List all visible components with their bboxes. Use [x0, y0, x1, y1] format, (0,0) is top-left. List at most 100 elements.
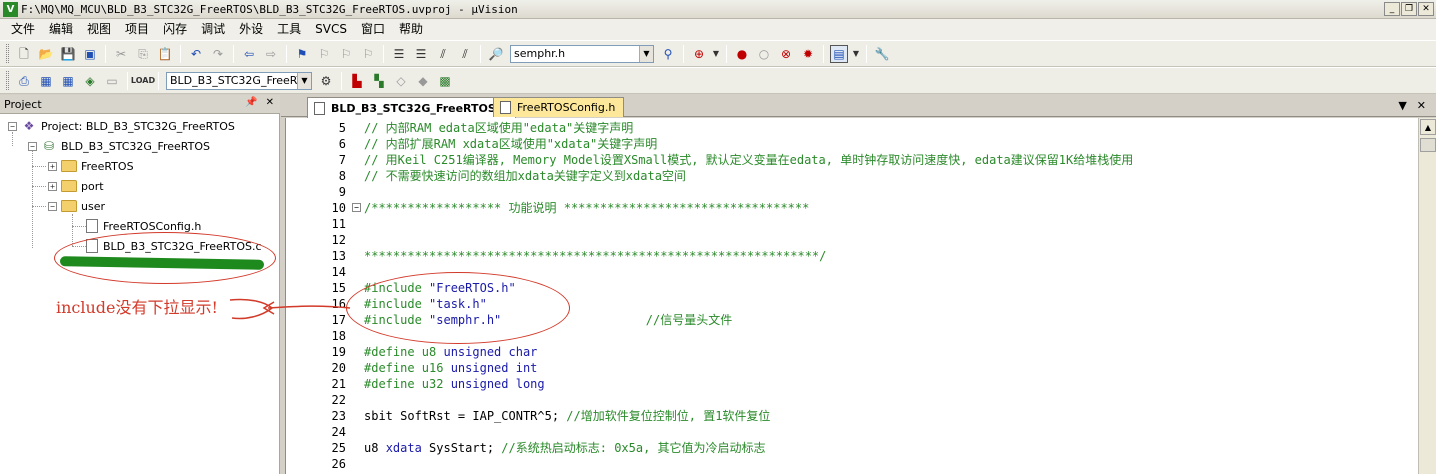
code-line[interactable]: 8 // 不需要快速访问的数组加xdata关键字定义到xdata空间 — [286, 168, 1418, 184]
code-line[interactable]: 5 // 内部RAM edata区域使用"edata"关键字声明 — [286, 120, 1418, 136]
find-in-files-icon[interactable]: 🔎 — [487, 45, 505, 63]
menu-view[interactable]: 视图 — [80, 19, 118, 40]
toolbar-separator — [726, 44, 727, 63]
restore-button[interactable]: ❐ — [1401, 2, 1417, 16]
code-line[interactable]: 25 u8 xdata SysStart; //系统热启动标志: 0x5a, 其它… — [286, 440, 1418, 456]
code-line[interactable]: 24 — [286, 424, 1418, 440]
menu-help[interactable]: 帮助 — [392, 19, 430, 40]
menu-project[interactable]: 项目 — [118, 19, 156, 40]
code-line[interactable]: 11 — [286, 216, 1418, 232]
code-line[interactable]: 9 — [286, 184, 1418, 200]
tree-project-node[interactable]: − ❖ Project: BLD_B3_STC32G_FreeRTOS — [8, 116, 235, 136]
target-options-icon[interactable]: ⚙ — [317, 72, 335, 90]
target-select[interactable]: BLD_B3_STC32G_FreeRTC ▼ — [166, 71, 312, 90]
editor-vertical-scrollbar[interactable]: ▲ — [1418, 118, 1436, 474]
insert-breakpoint-icon[interactable]: ● — [733, 45, 751, 63]
unindent-icon[interactable]: ☰ — [412, 45, 430, 63]
rebuild-icon[interactable]: ▦ — [59, 72, 77, 90]
pack-installer-icon[interactable]: ◆ — [414, 72, 432, 90]
tree-target-label: BLD_B3_STC32G_FreeRTOS — [61, 139, 210, 153]
find-combo[interactable]: semphr.h ▼ — [510, 44, 654, 63]
comment-icon[interactable]: ⫽ — [434, 45, 452, 63]
minimize-button[interactable]: _ — [1384, 2, 1400, 16]
code-line[interactable]: 23 sbit SoftRst = IAP_CONTR^5; //增加软件复位控制… — [286, 408, 1418, 424]
code-line[interactable]: 26 — [286, 456, 1418, 472]
translate-icon[interactable]: ⎙ — [15, 72, 33, 90]
expand-icon[interactable]: + — [48, 181, 57, 191]
uncomment-icon[interactable]: ⫽ — [456, 45, 474, 63]
close-icon[interactable]: ✕ — [1417, 99, 1426, 112]
menu-edit[interactable]: 编辑 — [42, 19, 80, 40]
menu-debug[interactable]: 调试 — [194, 19, 232, 40]
menu-flash[interactable]: 闪存 — [156, 19, 194, 40]
clear-bookmarks-icon[interactable]: ⚐ — [359, 45, 377, 63]
prev-bookmark-icon[interactable]: ⚐ — [315, 45, 333, 63]
scrollbar-thumb[interactable] — [1420, 138, 1436, 152]
next-bookmark-icon[interactable]: ⚐ — [337, 45, 355, 63]
code-line[interactable]: 20 #define u16 unsigned int — [286, 360, 1418, 376]
redo-icon[interactable]: ↷ — [209, 45, 227, 63]
chevron-down-icon[interactable]: ▼ — [639, 45, 653, 62]
run-time-environment-icon[interactable]: ▩ — [436, 72, 454, 90]
code-line[interactable]: 21 #define u32 unsigned long — [286, 376, 1418, 392]
kill-breakpoints-icon[interactable]: ✹ — [799, 45, 817, 63]
new-file-icon[interactable]: 🗋 — [15, 45, 33, 63]
configure-wrench-icon[interactable]: 🔧 — [873, 45, 891, 63]
menu-tools[interactable]: 工具 — [270, 19, 308, 40]
menu-peripherals[interactable]: 外设 — [232, 19, 270, 40]
save-icon[interactable]: 💾 — [59, 45, 77, 63]
save-all-icon[interactable]: ▣ — [81, 45, 99, 63]
collapse-icon[interactable]: − — [28, 141, 37, 151]
tab-freertosconfig-h[interactable]: FreeRTOSConfig.h — [493, 97, 625, 117]
code-line[interactable]: 10−/****************** 功能说明 ************… — [286, 200, 1418, 216]
tree-group-port[interactable]: + port — [48, 176, 104, 196]
close-icon[interactable]: ✕ — [266, 97, 274, 108]
scroll-up-icon[interactable]: ▲ — [1420, 119, 1436, 135]
bookmark-icon[interactable]: ⚑ — [293, 45, 311, 63]
tree-target-node[interactable]: − ⛁ BLD_B3_STC32G_FreeRTOS — [28, 136, 210, 156]
nav-back-icon[interactable]: ⇦ — [240, 45, 258, 63]
collapse-icon[interactable]: − — [8, 121, 17, 131]
paste-icon[interactable]: 📋 — [156, 45, 174, 63]
fold-collapse-icon[interactable]: − — [352, 203, 361, 212]
tab-main-c[interactable]: BLD_B3_STC32G_FreeRTOS.c — [307, 97, 516, 118]
undo-icon[interactable]: ↶ — [187, 45, 205, 63]
tree-group-user[interactable]: − user — [48, 196, 105, 216]
code-line[interactable]: 12 — [286, 232, 1418, 248]
incremental-find-icon[interactable]: ⚲ — [659, 45, 677, 63]
copy-icon[interactable]: ⎘ — [134, 45, 152, 63]
indent-icon[interactable]: ☰ — [390, 45, 408, 63]
collapse-icon[interactable]: − — [48, 201, 57, 211]
manage-components-icon[interactable]: ▙ — [348, 72, 366, 90]
select-pack-icon[interactable]: ◇ — [392, 72, 410, 90]
enable-breakpoint-icon[interactable]: ○ — [755, 45, 773, 63]
open-folder-icon[interactable]: 📂 — [37, 45, 55, 63]
expand-icon[interactable]: + — [48, 161, 57, 171]
window-layout-icon[interactable]: ▤ — [830, 44, 848, 63]
file-extensions-icon[interactable]: ▚ — [370, 72, 388, 90]
close-button[interactable]: ✕ — [1418, 2, 1434, 16]
code-line[interactable]: 6 // 内部扩展RAM xdata区域使用"xdata"关键字声明 — [286, 136, 1418, 152]
chevron-down-icon[interactable]: ▼ — [297, 72, 311, 89]
cut-icon[interactable]: ✂ — [112, 45, 130, 63]
code-line[interactable]: 19 #define u8 unsigned char — [286, 344, 1418, 360]
batch-build-icon[interactable]: ◈ — [81, 72, 99, 90]
code-line[interactable]: 22 — [286, 392, 1418, 408]
download-load-icon[interactable]: LOAD — [131, 72, 155, 90]
tree-group-freertos[interactable]: + FreeRTOS — [48, 156, 134, 176]
debug-session-icon[interactable]: ⊕ — [690, 45, 708, 63]
chevron-down-icon[interactable]: ▼ — [852, 45, 860, 63]
code-line[interactable]: 7 // 用Keil C251编译器, Memory Model设置XSmall模… — [286, 152, 1418, 168]
code-text: #define u16 unsigned int — [364, 360, 537, 376]
chevron-down-icon[interactable]: ▼ — [712, 45, 720, 63]
code-line[interactable]: 13 **************************************… — [286, 248, 1418, 264]
menu-svcs[interactable]: SVCS — [308, 19, 354, 40]
stop-build-icon[interactable]: ▭ — [103, 72, 121, 90]
tab-list-icon[interactable]: ▼ — [1398, 99, 1406, 112]
menu-file[interactable]: 文件 — [4, 19, 42, 40]
menu-window[interactable]: 窗口 — [354, 19, 392, 40]
nav-forward-icon[interactable]: ⇨ — [262, 45, 280, 63]
pin-icon[interactable]: 📌 — [245, 97, 257, 108]
build-icon[interactable]: ▦ — [37, 72, 55, 90]
disable-breakpoints-icon[interactable]: ⊗ — [777, 45, 795, 63]
